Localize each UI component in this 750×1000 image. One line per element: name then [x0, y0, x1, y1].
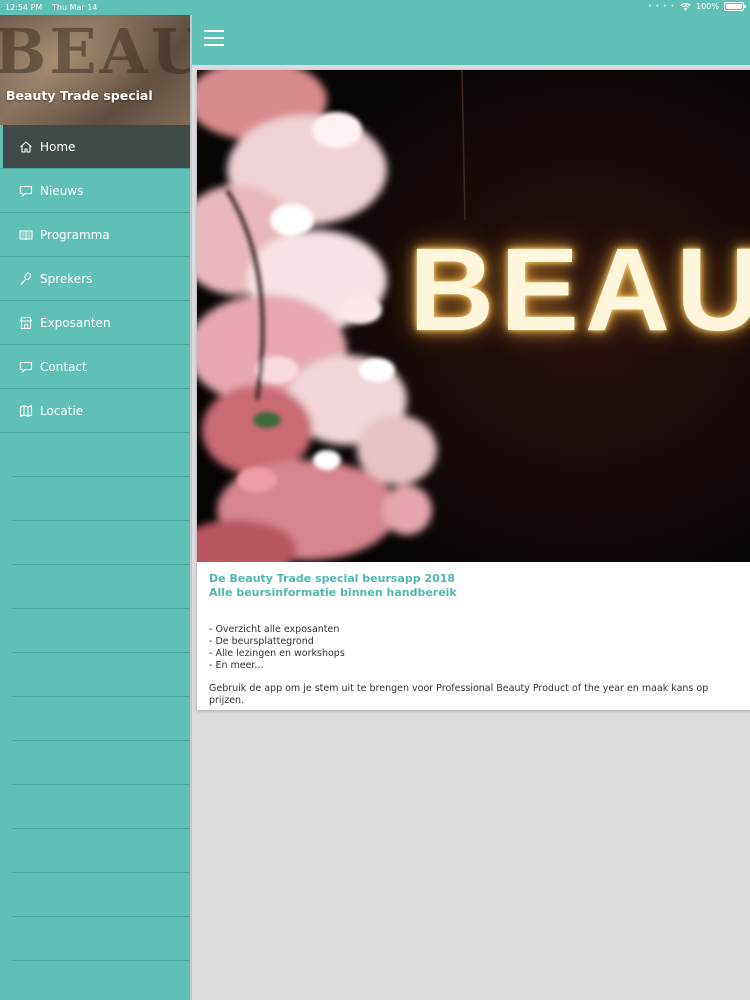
sidebar-item-exposanten[interactable]: Exposanten [0, 301, 190, 345]
sidebar-divider [12, 873, 190, 917]
sidebar-item-label: Locatie [40, 403, 84, 418]
chat-bubble-icon [19, 184, 33, 198]
main-content: BEAUTY [190, 15, 750, 1000]
sidebar-item-home[interactable]: Home [0, 125, 190, 169]
sidebar-divider [12, 565, 190, 609]
sidebar-divider [12, 829, 190, 873]
card-paragraph: Gebruik de app om je stem uit te brengen… [209, 683, 709, 706]
sidebar-empty-rows [0, 433, 190, 1000]
battery-icon [724, 2, 746, 11]
sidebar-divider [12, 961, 190, 1000]
status-time: 12:54 PM [5, 3, 43, 12]
hero-image: BEAUTY [197, 70, 750, 562]
sidebar-divider [12, 697, 190, 741]
sidebar-item-label: Nieuws [40, 183, 84, 198]
sidebar-item-label: Home [40, 139, 76, 154]
sidebar-divider [12, 521, 190, 565]
signal-icon: • • • • [648, 3, 676, 10]
card-body: De Beauty Trade special beursapp 2018 Al… [197, 562, 750, 707]
home-icon [19, 140, 33, 154]
sidebar-item-label: Exposanten [40, 315, 111, 330]
sidebar-divider [12, 741, 190, 785]
top-bar [192, 15, 750, 65]
sidebar-divider [12, 917, 190, 961]
sidebar-nav: Home Nieuws Programma Sprekers Exposante… [0, 125, 190, 433]
card-heading-line-1: De Beauty Trade special beursapp 2018 [209, 572, 456, 585]
header-background-image: BEAUT [0, 15, 190, 88]
wifi-icon [680, 2, 691, 10]
list-item: - En meer... [209, 660, 264, 671]
sidebar-item-label: Sprekers [40, 271, 93, 286]
map-icon [19, 404, 33, 418]
sidebar-header: BEAUT Beauty Trade special [0, 15, 190, 125]
battery-percent: 100% [696, 2, 719, 11]
book-icon [19, 228, 33, 242]
sidebar-divider [12, 609, 190, 653]
intro-card: BEAUTY [197, 70, 750, 710]
storefront-icon [19, 316, 33, 330]
sidebar-item-locatie[interactable]: Locatie [0, 389, 190, 433]
sidebar-divider [12, 477, 190, 521]
card-heading-line-2: Alle beursinformatie binnen handbereik [209, 586, 457, 599]
sidebar-item-contact[interactable]: Contact [0, 345, 190, 389]
sidebar-item-sprekers[interactable]: Sprekers [0, 257, 190, 301]
status-date: Thu Mar 14 [52, 3, 98, 12]
menu-icon[interactable] [204, 30, 224, 46]
sidebar-divider [12, 433, 190, 477]
sidebar: BEAUT Beauty Trade special Home Nieuws P… [0, 15, 190, 1000]
card-heading: De Beauty Trade special beursapp 2018 Al… [209, 572, 740, 600]
list-item: - Alle lezingen en workshops [209, 648, 345, 659]
status-indicators: • • • • 100% [648, 2, 746, 11]
feature-list: - Overzicht alle exposanten - De beurspl… [209, 624, 740, 672]
sidebar-divider [12, 785, 190, 829]
sidebar-item-label: Contact [40, 359, 87, 374]
sidebar-item-label: Programma [40, 227, 110, 242]
chat-bubble-icon [19, 360, 33, 374]
status-bar: 12:54 PM Thu Mar 14 • • • • 100% [0, 0, 750, 15]
sidebar-item-programma[interactable]: Programma [0, 213, 190, 257]
list-item: - De beursplattegrond [209, 636, 314, 647]
microphone-icon [19, 272, 33, 286]
blossom-branch-image [197, 70, 437, 562]
list-item: - Overzicht alle exposanten [209, 624, 340, 635]
sidebar-divider [12, 653, 190, 697]
sidebar-item-nieuws[interactable]: Nieuws [0, 169, 190, 213]
sidebar-title: Beauty Trade special [6, 88, 153, 103]
